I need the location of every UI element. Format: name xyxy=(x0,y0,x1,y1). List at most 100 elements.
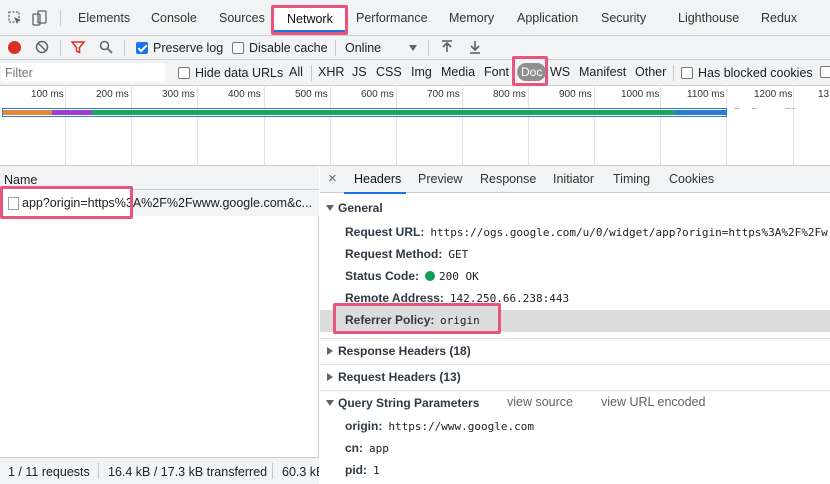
tab-label: Redux xyxy=(761,11,798,25)
tab-label: Security xyxy=(601,11,647,25)
tab-initiator[interactable]: Initiator xyxy=(553,172,594,186)
divider xyxy=(60,10,61,26)
response-headers-title: Response Headers (18) xyxy=(338,344,471,358)
device-toolbar-icon[interactable] xyxy=(32,10,48,29)
timeline-tick: 600 ms xyxy=(361,89,394,100)
throttling-value: Online xyxy=(345,41,382,55)
query-param-cn: cn: app xyxy=(345,441,389,455)
export-har-icon[interactable] xyxy=(469,40,481,57)
tab-memory[interactable]: Memory xyxy=(449,11,494,25)
tab-label: Sources xyxy=(219,11,265,25)
timeline-tick: 700 ms xyxy=(427,89,460,100)
timeline-tick: 900 ms xyxy=(559,89,592,100)
hide-data-urls-checkbox[interactable]: Hide data URLs xyxy=(178,66,283,80)
details-panel: × Headers Preview Response Initiator Tim… xyxy=(320,166,830,484)
param-value: app xyxy=(369,441,389,455)
query-params-toggle[interactable]: Query String Parameters xyxy=(326,396,479,410)
filter-input[interactable] xyxy=(1,63,165,82)
param-value: 1 xyxy=(373,463,380,477)
section-divider xyxy=(320,390,830,391)
has-blocked-cookies-checkbox[interactable]: Has blocked cookies xyxy=(681,66,813,80)
filter-type-manifest[interactable]: Manifest xyxy=(579,65,626,79)
response-headers-toggle[interactable]: Response Headers (18) xyxy=(327,344,471,358)
filter-type-font[interactable]: Font xyxy=(484,65,509,79)
grid-line xyxy=(660,87,661,165)
checkbox-box[interactable] xyxy=(136,42,148,54)
chevron-right-icon xyxy=(327,373,333,381)
view-source-link[interactable]: view source xyxy=(507,395,573,409)
view-url-encoded-link[interactable]: view URL encoded xyxy=(601,395,705,409)
tab-application[interactable]: Application xyxy=(517,11,578,25)
waterfall-tail-dash xyxy=(752,108,757,109)
grid-line xyxy=(330,87,331,165)
timeline-tick: 100 ms xyxy=(31,89,64,100)
general-referrer-policy[interactable]: Referrer Policy: origin xyxy=(333,303,501,334)
general-section-toggle[interactable]: General xyxy=(326,201,383,215)
document-icon xyxy=(8,197,19,210)
request-method-label: Request Method: xyxy=(345,247,443,261)
request-headers-toggle[interactable]: Request Headers (13) xyxy=(327,370,461,384)
grid-line xyxy=(131,87,132,165)
request-method-value: GET xyxy=(448,247,469,261)
tab-headers[interactable]: Headers xyxy=(344,166,406,194)
import-har-icon[interactable] xyxy=(441,40,453,57)
throttling-select[interactable]: Online xyxy=(345,41,417,55)
tab-performance[interactable]: Performance xyxy=(356,11,428,25)
checkbox-box[interactable] xyxy=(178,67,190,79)
close-icon[interactable]: × xyxy=(328,170,337,187)
tab-timing[interactable]: Timing xyxy=(613,172,650,186)
filter-type-other[interactable]: Other xyxy=(635,65,666,79)
tab-cookies[interactable]: Cookies xyxy=(669,172,714,186)
checkbox-box[interactable] xyxy=(232,42,244,54)
tab-label: Headers xyxy=(354,172,402,186)
tab-redux[interactable]: Redux xyxy=(761,11,797,25)
filter-type-all[interactable]: All xyxy=(289,65,303,79)
request-row-highlight[interactable]: app?origin=https%3A%2F%2Fwww.google.com&… xyxy=(0,186,133,219)
timeline-tick: 1000 ms xyxy=(621,89,660,100)
query-param-pid: pid: 1 xyxy=(345,463,380,477)
tab-security[interactable]: Security xyxy=(601,11,646,25)
filter-type-img[interactable]: Img xyxy=(411,65,432,79)
preserve-log-label: Preserve log xyxy=(153,41,224,55)
chevron-down-icon xyxy=(326,205,334,211)
request-headers-title: Request Headers (13) xyxy=(338,370,461,384)
request-list: Name app?origin=https%3 A%2F%2Fwww.google… xyxy=(0,166,319,484)
filter-type-doc[interactable]: Doc xyxy=(512,56,548,86)
query-params-title: Query String Parameters xyxy=(338,396,480,410)
tab-response[interactable]: Response xyxy=(480,172,536,186)
disable-cache-checkbox[interactable]: Disable cache xyxy=(232,41,328,55)
search-icon[interactable] xyxy=(99,40,113,57)
timeline-tick: 400 ms xyxy=(228,89,261,100)
filter-type-js[interactable]: JS xyxy=(352,65,367,79)
inspect-element-icon[interactable] xyxy=(8,11,22,28)
filter-type-xhr[interactable]: XHR xyxy=(318,65,344,79)
blocked-requests-checkbox[interactable] xyxy=(820,66,830,78)
filter-type-css[interactable]: CSS xyxy=(376,65,402,79)
grid-line xyxy=(594,87,595,165)
resources-size: 60.3 kB xyxy=(282,465,319,479)
tab-network[interactable]: Network xyxy=(271,5,348,35)
preserve-log-checkbox[interactable]: Preserve log xyxy=(136,41,223,55)
checkbox-box[interactable] xyxy=(681,67,693,79)
section-divider xyxy=(320,364,830,365)
grid-line xyxy=(396,87,397,165)
tab-label: Memory xyxy=(449,11,495,25)
filter-type-media[interactable]: Media xyxy=(441,65,475,79)
waterfall-tail-dash xyxy=(785,108,790,109)
tab-elements[interactable]: Elements xyxy=(78,11,130,25)
timeline-tick: 800 ms xyxy=(493,89,526,100)
divider xyxy=(673,65,674,81)
general-title: General xyxy=(338,201,383,215)
record-icon[interactable] xyxy=(8,41,21,54)
disable-cache-label: Disable cache xyxy=(249,41,328,55)
tab-preview[interactable]: Preview xyxy=(418,172,462,186)
clear-icon[interactable] xyxy=(35,40,49,57)
status-bar: 1 / 11 requests 16.4 kB / 17.3 kB transf… xyxy=(0,457,319,484)
hide-data-urls-label: Hide data URLs xyxy=(195,66,284,80)
tab-sources[interactable]: Sources xyxy=(219,11,265,25)
filter-icon[interactable] xyxy=(70,40,86,57)
tab-lighthouse[interactable]: Lighthouse xyxy=(678,11,739,25)
tab-console[interactable]: Console xyxy=(151,11,197,25)
divider xyxy=(98,463,99,479)
filter-type-ws[interactable]: WS xyxy=(550,65,570,79)
